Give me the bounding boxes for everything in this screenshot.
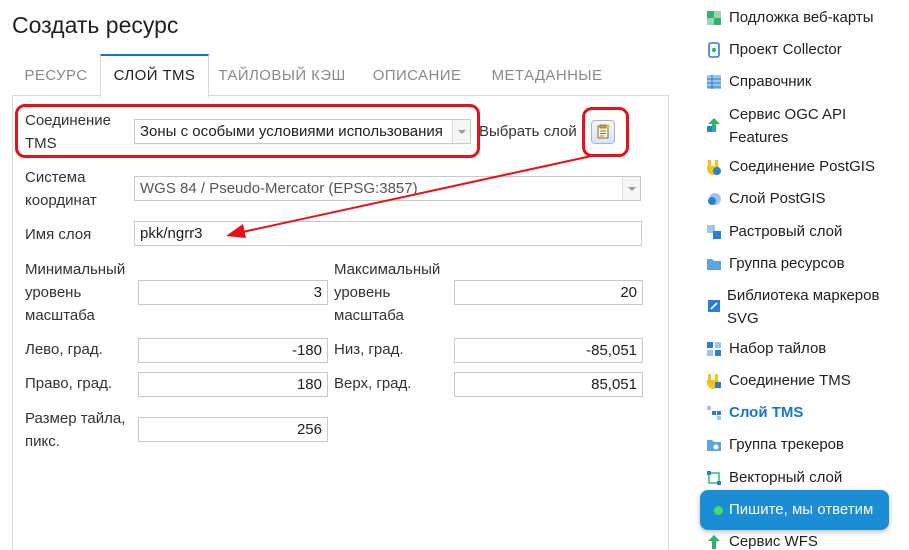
sidebar-item-label: Справочник [729, 73, 812, 90]
sidebar-item-label: Библиотека маркеров SVG [727, 284, 879, 330]
sidebar-item-label: Соединение PostGIS [729, 158, 875, 175]
sidebar-item-label: Сервис OGC API Features [729, 103, 846, 149]
top-input[interactable]: 85,051 [454, 372, 643, 397]
sidebar-item-label: Группа трекеров [729, 436, 844, 453]
min-zoom-label-line1: Минимальный [25, 261, 126, 278]
sidebar-item-label-line1: Сервис OGC API [729, 106, 847, 123]
tile-size-label-line2: пикс. [25, 433, 60, 450]
right-input[interactable]: 180 [138, 372, 328, 397]
sidebar-item-label: Слой PostGIS [729, 190, 826, 207]
min-zoom-label-line3: масштаба [25, 307, 95, 324]
online-status-icon [714, 506, 723, 515]
raster-layer-icon [707, 225, 721, 239]
ogc-service-icon [707, 118, 720, 132]
right-label: Право, град. [25, 375, 113, 392]
max-zoom-label-line3: масштаба [334, 307, 404, 324]
postgis-connection-icon [707, 160, 721, 175]
bottom-input[interactable]: -85,051 [454, 338, 643, 363]
chat-button[interactable]: Пишите, мы ответим [700, 490, 889, 530]
sidebar-item-label: Растровый слой [729, 223, 843, 240]
sidebar-item-label: Группа ресурсов [729, 255, 845, 272]
sidebar-item-label-line1: Библиотека маркеров [727, 287, 880, 304]
tracker-group-icon [707, 440, 721, 451]
postgis-layer-icon [708, 193, 721, 205]
min-zoom-input[interactable]: 3 [138, 280, 328, 305]
sidebar-item-label: Сервис WFS [729, 533, 818, 550]
left-label: Лево, град. [25, 341, 103, 358]
min-zoom-label-line2: уровень [25, 284, 82, 301]
sidebar-item-label: Слой TMS [729, 404, 804, 421]
folder-icon [707, 259, 721, 270]
sidebar-item-label-line2: SVG [727, 310, 759, 327]
basemap-icon [707, 11, 721, 25]
wfs-service-icon [708, 535, 720, 549]
tileset-icon [707, 342, 721, 356]
tile-size-input[interactable]: 256 [138, 417, 328, 442]
svg-marker-library-icon [708, 300, 720, 312]
sidebar-item-label: Подложка веб-карты [729, 9, 874, 26]
sidebar-item-label: Векторный слой [729, 469, 843, 486]
sidebar-item-label: Соединение TMS [729, 372, 851, 389]
max-zoom-label-line1: Максимальный [334, 261, 441, 278]
max-zoom-input[interactable]: 20 [454, 280, 643, 305]
tile-size-label: Размер тайла, пикс. [25, 407, 125, 453]
tms-connection-icon [707, 374, 721, 389]
max-zoom-label: Максимальный уровень масштаба [334, 258, 440, 327]
left-input[interactable]: -180 [138, 338, 328, 363]
tms-layer-icon [707, 406, 721, 420]
collector-icon [708, 42, 720, 58]
sidebar-item-label: Набор тайлов [729, 340, 827, 357]
sidebar-item-label-line2: Features [729, 129, 789, 146]
chat-button-label: Пишите, мы ответим [729, 501, 874, 518]
sidebar-item-label: Проект Collector [729, 41, 842, 58]
min-zoom-label: Минимальный уровень масштаба [25, 258, 125, 327]
bottom-label: Низ, град. [334, 341, 404, 358]
top-label: Верх, град. [334, 375, 412, 392]
lookup-table-icon [707, 75, 721, 89]
vector-layer-icon [707, 471, 721, 485]
tile-size-label-line1: Размер тайла, [25, 410, 126, 427]
max-zoom-label-line2: уровень [334, 284, 391, 301]
